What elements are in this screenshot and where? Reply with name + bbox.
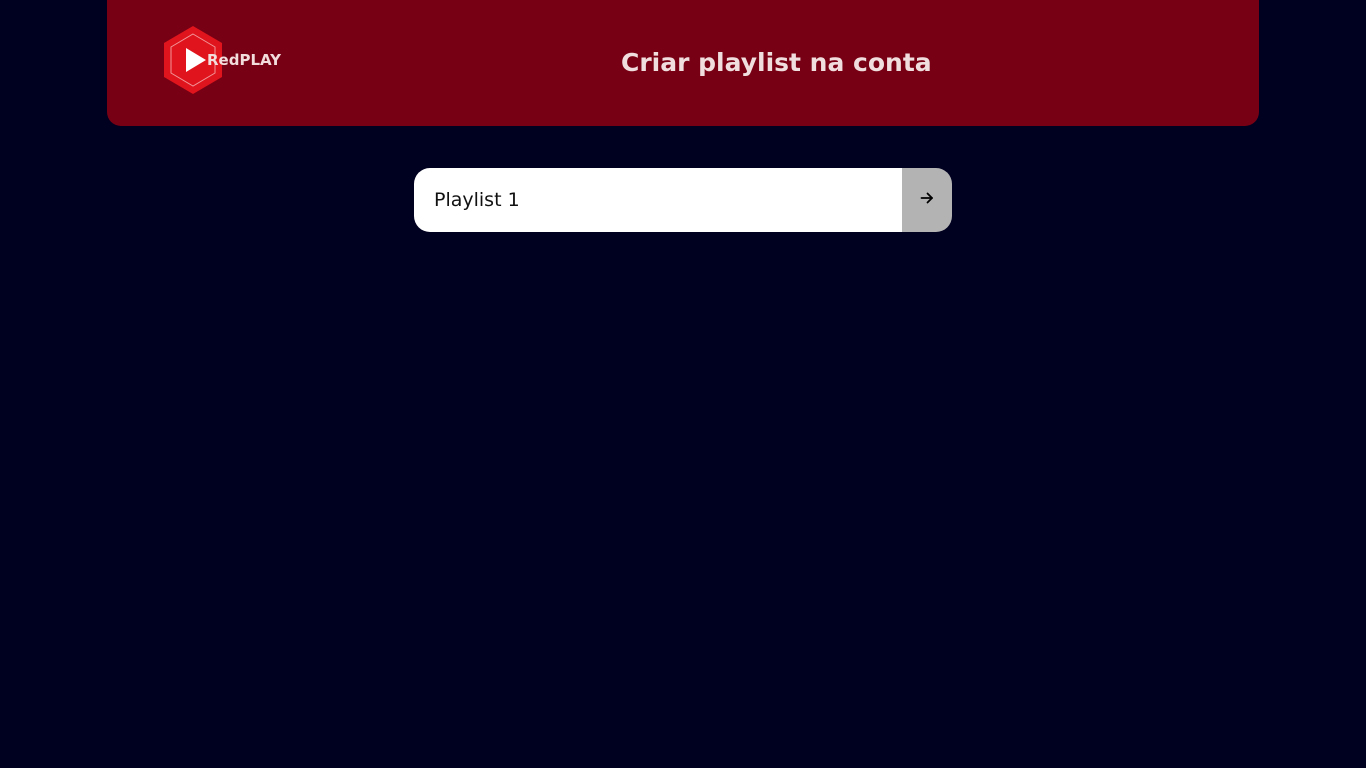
playlist-name-input[interactable] [414, 168, 902, 232]
submit-button[interactable] [902, 168, 952, 232]
header-bar: RedPLAY Criar playlist na conta [107, 0, 1259, 126]
page-title: Criar playlist na conta [621, 48, 932, 77]
logo-wordmark: RedPLAY [207, 51, 282, 69]
arrow-right-icon [920, 192, 933, 204]
redplay-logo[interactable]: RedPLAY [163, 24, 303, 96]
create-playlist-form [414, 168, 952, 232]
